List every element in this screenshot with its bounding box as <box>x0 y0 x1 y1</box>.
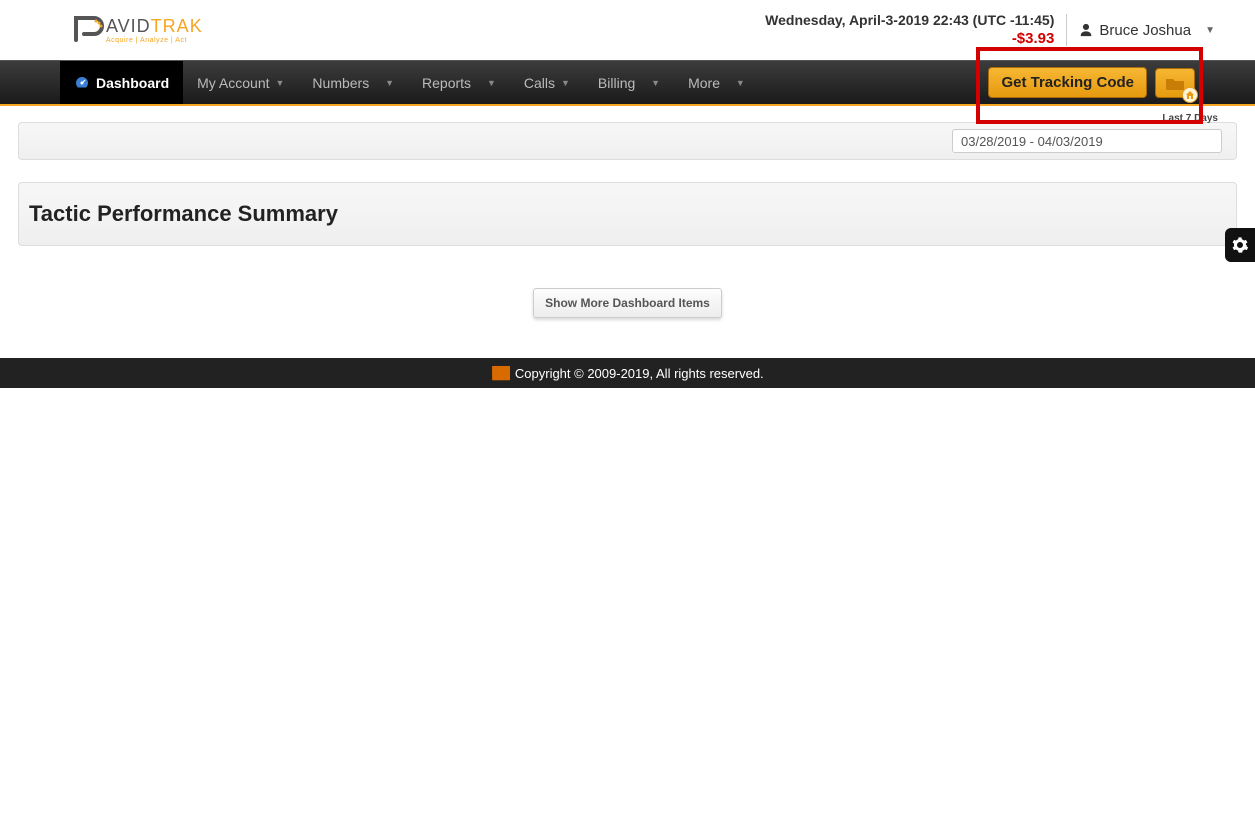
nav-dashboard[interactable]: Dashboard <box>60 61 183 104</box>
home-icon <box>1182 87 1198 103</box>
nav-reports[interactable]: Reports ▼ <box>408 61 510 104</box>
dashboard-icon <box>74 75 90 91</box>
navbar: Dashboard My Account ▼ Numbers ▼ Reports … <box>0 60 1255 106</box>
summary-panel: Tactic Performance Summary <box>18 182 1237 246</box>
nav-billing[interactable]: Billing ▼ <box>584 61 674 104</box>
grid-icon: ■■■■■■■■■ <box>491 367 509 379</box>
chevron-down-icon: ▼ <box>1205 25 1215 36</box>
account-balance: -$3.93 <box>765 29 1054 49</box>
nav-label: My Account <box>197 75 269 91</box>
nav-label: Billing <box>598 75 635 91</box>
chevron-down-icon: ▼ <box>736 78 745 88</box>
folder-icon <box>1165 76 1185 90</box>
nav-calls[interactable]: Calls ▼ <box>510 61 584 104</box>
topbar: AVIDTRAK Acquire | Analyze | Act Wednesd… <box>0 0 1255 60</box>
chevron-down-icon: ▼ <box>276 78 285 88</box>
divider <box>1066 14 1067 46</box>
nav-right: Get Tracking Code <box>988 61 1195 104</box>
logo[interactable]: AVIDTRAK Acquire | Analyze | Act <box>70 14 203 46</box>
chevron-down-icon: ▼ <box>651 78 660 88</box>
home-folder-button[interactable] <box>1155 68 1195 98</box>
user-icon <box>1079 23 1093 37</box>
header-right: Wednesday, April-3-2019 22:43 (UTC -11:4… <box>765 11 1215 49</box>
daterange-input[interactable] <box>952 129 1222 153</box>
logo-text-1: AVID <box>106 16 151 36</box>
nav-label: More <box>688 75 720 91</box>
nav-label: Reports <box>422 75 471 91</box>
nav-numbers[interactable]: Numbers ▼ <box>298 61 408 104</box>
datetime-block: Wednesday, April-3-2019 22:43 (UTC -11:4… <box>765 11 1054 49</box>
logo-mark-icon <box>70 14 104 46</box>
logo-text-2: TRAK <box>151 16 203 36</box>
summary-title: Tactic Performance Summary <box>29 201 1226 227</box>
nav-more[interactable]: More ▼ <box>674 61 759 104</box>
nav-label: Calls <box>524 75 555 91</box>
show-more-button[interactable]: Show More Dashboard Items <box>533 288 722 318</box>
user-menu[interactable]: Bruce Joshua ▼ <box>1079 22 1215 39</box>
nav-label: Numbers <box>312 75 369 91</box>
content-area: Last 7 Days Tactic Performance Summary S… <box>0 106 1255 318</box>
footer-text: Copyright © 2009-2019, All rights reserv… <box>515 366 764 381</box>
daterange-panel: Last 7 Days <box>18 122 1237 160</box>
gear-icon <box>1231 236 1249 254</box>
chevron-down-icon: ▼ <box>385 78 394 88</box>
chevron-down-icon: ▼ <box>561 78 570 88</box>
show-more-wrap: Show More Dashboard Items <box>18 288 1237 318</box>
chevron-down-icon: ▼ <box>487 78 496 88</box>
user-name: Bruce Joshua <box>1099 22 1191 39</box>
nav-my-account[interactable]: My Account ▼ <box>183 61 298 104</box>
nav-label: Dashboard <box>96 75 169 91</box>
get-tracking-code-button[interactable]: Get Tracking Code <box>988 67 1147 98</box>
datetime-text: Wednesday, April-3-2019 22:43 (UTC -11:4… <box>765 11 1054 29</box>
footer: ■■■■■■■■■ Copyright © 2009-2019, All rig… <box>0 358 1255 388</box>
logo-tagline: Acquire | Analyze | Act <box>106 37 203 44</box>
settings-side-tab[interactable] <box>1225 228 1255 262</box>
nav-left: Dashboard My Account ▼ Numbers ▼ Reports … <box>60 61 759 104</box>
daterange-label: Last 7 Days <box>1162 113 1218 124</box>
